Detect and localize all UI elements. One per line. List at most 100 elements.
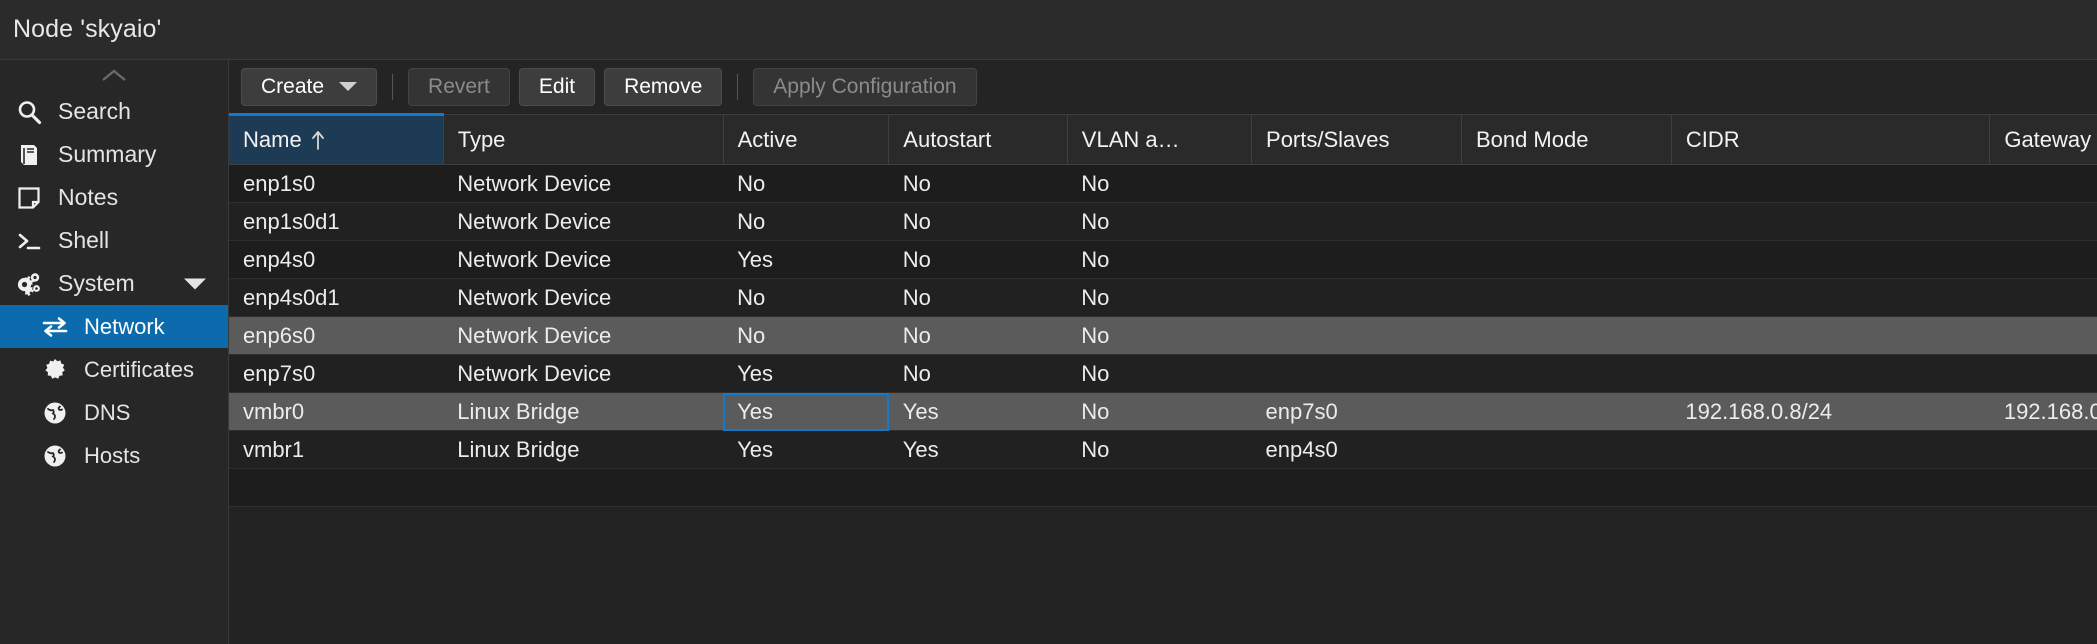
- cell-autostart[interactable]: No: [888, 202, 1068, 241]
- cell-type[interactable]: Network Device: [443, 202, 724, 241]
- column-header-name[interactable]: Name: [229, 113, 444, 165]
- table-row[interactable]: enp1s0 Network Device No No No: [229, 164, 2097, 203]
- cell-ports[interactable]: [1251, 202, 1462, 241]
- cell-active[interactable]: No: [723, 202, 889, 241]
- cell-vlan[interactable]: No: [1067, 240, 1252, 279]
- cell-bond[interactable]: [1461, 240, 1672, 279]
- cell-gateway[interactable]: [1989, 202, 2097, 241]
- cell-vlan[interactable]: No: [1067, 430, 1252, 469]
- cell-vlan[interactable]: No: [1067, 316, 1252, 355]
- sidebar-item-summary[interactable]: Summary: [0, 133, 228, 176]
- cell-bond[interactable]: [1461, 278, 1672, 317]
- cell-name[interactable]: enp4s0: [229, 240, 444, 279]
- table-row[interactable]: enp1s0d1 Network Device No No No: [229, 202, 2097, 241]
- create-button[interactable]: Create: [241, 67, 378, 106]
- column-header-cidr[interactable]: CIDR: [1671, 114, 1991, 165]
- cell-active[interactable]: Yes: [723, 240, 889, 279]
- cell-gateway[interactable]: [1989, 240, 2097, 279]
- cell-ports[interactable]: [1251, 164, 1462, 203]
- revert-button[interactable]: Revert: [408, 67, 510, 106]
- cell-cidr[interactable]: [1671, 278, 1990, 317]
- cell-gateway[interactable]: [1989, 278, 2097, 317]
- cell-ports[interactable]: [1251, 278, 1462, 317]
- cell-active[interactable]: Yes: [723, 354, 889, 393]
- sidebar-collapse-toggle[interactable]: [0, 60, 228, 90]
- sidebar-item-dns[interactable]: DNS: [0, 391, 228, 434]
- cell-vlan[interactable]: No: [1067, 278, 1252, 317]
- cell-name[interactable]: enp4s0d1: [229, 278, 444, 317]
- table-row[interactable]: vmbr1 Linux Bridge Yes Yes No enp4s0: [229, 430, 2097, 469]
- column-header-gateway[interactable]: Gateway: [1989, 114, 2097, 165]
- table-row[interactable]: enp4s0 Network Device Yes No No: [229, 240, 2097, 279]
- cell-cidr[interactable]: [1671, 316, 1990, 355]
- cell-ports[interactable]: enp4s0: [1251, 430, 1462, 469]
- cell-vlan[interactable]: No: [1067, 164, 1252, 203]
- cell-gateway[interactable]: [1989, 164, 2097, 203]
- cell-gateway[interactable]: [1989, 316, 2097, 355]
- cell-type[interactable]: Network Device: [443, 354, 724, 393]
- cell-autostart[interactable]: No: [888, 316, 1068, 355]
- column-header-ports[interactable]: Ports/Slaves: [1251, 114, 1462, 165]
- cell-bond[interactable]: [1461, 430, 1672, 469]
- cell-bond[interactable]: [1461, 164, 1672, 203]
- sidebar-item-search[interactable]: Search: [0, 90, 228, 133]
- cell-type[interactable]: Linux Bridge: [443, 430, 724, 469]
- sidebar-item-system[interactable]: System: [0, 262, 228, 305]
- cell-cidr[interactable]: [1671, 240, 1990, 279]
- apply-configuration-button[interactable]: Apply Configuration: [753, 67, 977, 106]
- cell-vlan[interactable]: No: [1067, 202, 1252, 241]
- sidebar-item-hosts[interactable]: Hosts: [0, 434, 228, 477]
- chevron-down-icon[interactable]: [184, 278, 206, 289]
- column-header-bond[interactable]: Bond Mode: [1461, 114, 1672, 165]
- cell-type[interactable]: Network Device: [443, 164, 724, 203]
- cell-active[interactable]: Yes: [723, 392, 889, 431]
- cell-autostart[interactable]: No: [888, 164, 1068, 203]
- cell-ports[interactable]: [1251, 316, 1462, 355]
- cell-type[interactable]: Network Device: [443, 240, 724, 279]
- cell-bond[interactable]: [1461, 392, 1672, 431]
- sidebar-item-network[interactable]: Network: [0, 305, 228, 348]
- table-row[interactable]: enp4s0d1 Network Device No No No: [229, 278, 2097, 317]
- sidebar-item-shell[interactable]: Shell: [0, 219, 228, 262]
- cell-cidr[interactable]: [1671, 202, 1990, 241]
- cell-vlan[interactable]: No: [1067, 392, 1252, 431]
- sidebar-item-notes[interactable]: Notes: [0, 176, 228, 219]
- cell-cidr[interactable]: [1671, 164, 1990, 203]
- cell-name[interactable]: vmbr0: [229, 392, 444, 431]
- cell-gateway[interactable]: [1989, 430, 2097, 469]
- edit-button[interactable]: Edit: [518, 67, 596, 106]
- cell-autostart[interactable]: Yes: [888, 430, 1068, 469]
- table-row[interactable]: enp7s0 Network Device Yes No No: [229, 354, 2097, 393]
- cell-type[interactable]: Network Device: [443, 316, 724, 355]
- cell-cidr[interactable]: [1671, 354, 1990, 393]
- cell-type[interactable]: Network Device: [443, 278, 724, 317]
- cell-autostart[interactable]: Yes: [888, 392, 1068, 431]
- remove-button[interactable]: Remove: [604, 67, 723, 106]
- column-header-type[interactable]: Type: [443, 114, 724, 165]
- cell-type[interactable]: Linux Bridge: [443, 392, 724, 431]
- column-header-active[interactable]: Active: [723, 114, 890, 165]
- cell-name[interactable]: enp7s0: [229, 354, 444, 393]
- cell-bond[interactable]: [1461, 354, 1672, 393]
- cell-cidr[interactable]: [1671, 430, 1990, 469]
- sidebar-item-certificates[interactable]: Certificates: [0, 348, 228, 391]
- table-row[interactable]: enp6s0 Network Device No No No: [229, 316, 2097, 355]
- cell-ports[interactable]: [1251, 240, 1462, 279]
- cell-name[interactable]: enp6s0: [229, 316, 444, 355]
- cell-bond[interactable]: [1461, 202, 1672, 241]
- cell-autostart[interactable]: No: [888, 278, 1068, 317]
- cell-ports[interactable]: [1251, 354, 1462, 393]
- cell-active[interactable]: No: [723, 278, 889, 317]
- cell-ports[interactable]: enp7s0: [1251, 392, 1462, 431]
- network-table-container[interactable]: Name Type Active Autostart VLAN a… Ports/Slav…: [229, 113, 2097, 644]
- cell-bond[interactable]: [1461, 316, 1672, 355]
- column-header-vlan[interactable]: VLAN a…: [1067, 114, 1253, 165]
- table-row[interactable]: vmbr0 Linux Bridge Yes Yes No enp7s0 192.168.0…: [229, 392, 2097, 431]
- column-header-autostart[interactable]: Autostart: [888, 114, 1068, 165]
- cell-name[interactable]: enp1s0d1: [229, 202, 444, 241]
- cell-active[interactable]: Yes: [723, 430, 889, 469]
- cell-autostart[interactable]: No: [888, 240, 1068, 279]
- cell-active[interactable]: No: [723, 164, 889, 203]
- cell-autostart[interactable]: No: [888, 354, 1068, 393]
- cell-name[interactable]: enp1s0: [229, 164, 444, 203]
